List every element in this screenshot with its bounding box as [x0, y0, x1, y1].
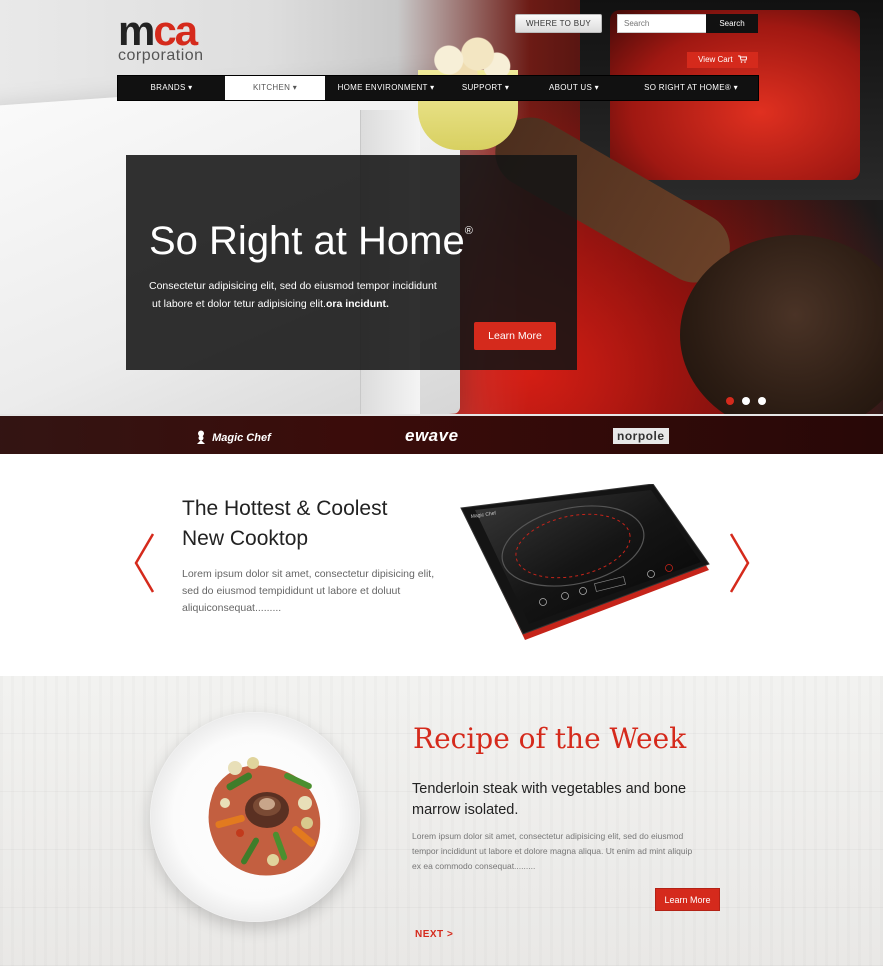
nav-home-environment[interactable]: HOME ENVIRONMENT ▾	[325, 76, 447, 100]
logo[interactable]: mca corporation	[118, 10, 204, 64]
main-nav: BRANDS ▾ KITCHEN ▾ HOME ENVIRONMENT ▾ SU…	[117, 75, 759, 101]
nav-so-right-at-home[interactable]: SO RIGHT AT HOME® ▾	[624, 76, 758, 100]
recipe-subtitle: Tenderloin steak with vegetables and bon…	[412, 781, 687, 818]
chef-icon	[195, 430, 207, 444]
steak-dish-image	[195, 748, 335, 888]
logo-mark: mca	[118, 10, 204, 52]
nav-kitchen[interactable]: KITCHEN ▾	[225, 76, 325, 100]
prev-arrow-icon[interactable]	[133, 532, 157, 594]
product-title-line1: The Hottest & Coolest	[182, 497, 388, 520]
slider-dot-2[interactable]	[742, 397, 750, 405]
product-description: Lorem ipsum dolor sit amet, consectetur …	[182, 568, 435, 614]
brand-magic-chef[interactable]: Magic Chef	[195, 430, 271, 444]
registered-mark: ®	[464, 225, 473, 237]
hero-text-line2-bold: ora incidunt.	[325, 298, 389, 310]
where-to-buy-button[interactable]: WHERE TO BUY	[515, 14, 602, 33]
slider-dot-1[interactable]	[726, 397, 734, 405]
hero-text-line2-regular: ut labore et dolor tetur adipisicing eli…	[152, 298, 326, 310]
search-input[interactable]	[617, 14, 707, 33]
recipe-description: Lorem ipsum dolor sit amet, consectetur …	[412, 831, 693, 871]
search-button[interactable]: Search	[706, 14, 758, 33]
cooktop-image[interactable]: Magic Chef	[455, 483, 713, 644]
cart-icon	[735, 55, 748, 64]
nav-brands[interactable]: BRANDS ▾	[118, 76, 225, 100]
brand-ewave[interactable]: ewave	[405, 426, 459, 446]
view-cart-label: View Cart	[698, 55, 733, 64]
nav-about-us[interactable]: ABOUT US ▾	[524, 76, 624, 100]
hero-card: So Right at Home® Consectetur adipisicin…	[126, 155, 577, 370]
hero-text-line2: ut labore et dolor tetur adipisicing eli…	[149, 295, 479, 313]
hero-learn-more-button[interactable]: Learn More	[474, 322, 556, 350]
recipe-title: Recipe of the Week	[413, 722, 687, 755]
product-section: The Hottest & Coolest New Cooktop Lorem …	[0, 454, 883, 676]
product-title: The Hottest & Coolest New Cooktop	[182, 494, 387, 554]
nav-support[interactable]: SUPPORT ▾	[447, 76, 524, 100]
recipe-next-link[interactable]: NEXT >	[415, 929, 453, 940]
recipe-section: Recipe of the Week Tenderloin steak with…	[0, 676, 883, 966]
brand-norpole[interactable]: norpole	[613, 428, 669, 444]
brand-strip: Magic Chef ewave norpole	[0, 414, 883, 454]
brand-magic-chef-label: Magic Chef	[212, 432, 271, 444]
hero-text: Consectetur adipisicing elit, sed do eiu…	[149, 277, 479, 313]
hero-text-line1: Consectetur adipisicing elit, sed do eiu…	[149, 280, 437, 292]
hero-title-text: So Right at Home	[149, 219, 465, 263]
next-arrow-icon[interactable]	[727, 532, 751, 594]
hero-banner: mca corporation WHERE TO BUY Search View…	[0, 0, 883, 414]
slider-dots	[726, 397, 766, 405]
recipe-learn-more-button[interactable]: Learn More	[655, 888, 720, 911]
logo-subtitle: corporation	[118, 47, 204, 64]
slider-dot-3[interactable]	[758, 397, 766, 405]
view-cart-button[interactable]: View Cart	[687, 52, 758, 68]
product-title-line2: New Cooktop	[182, 527, 309, 550]
hero-title: So Right at Home®	[149, 219, 473, 264]
